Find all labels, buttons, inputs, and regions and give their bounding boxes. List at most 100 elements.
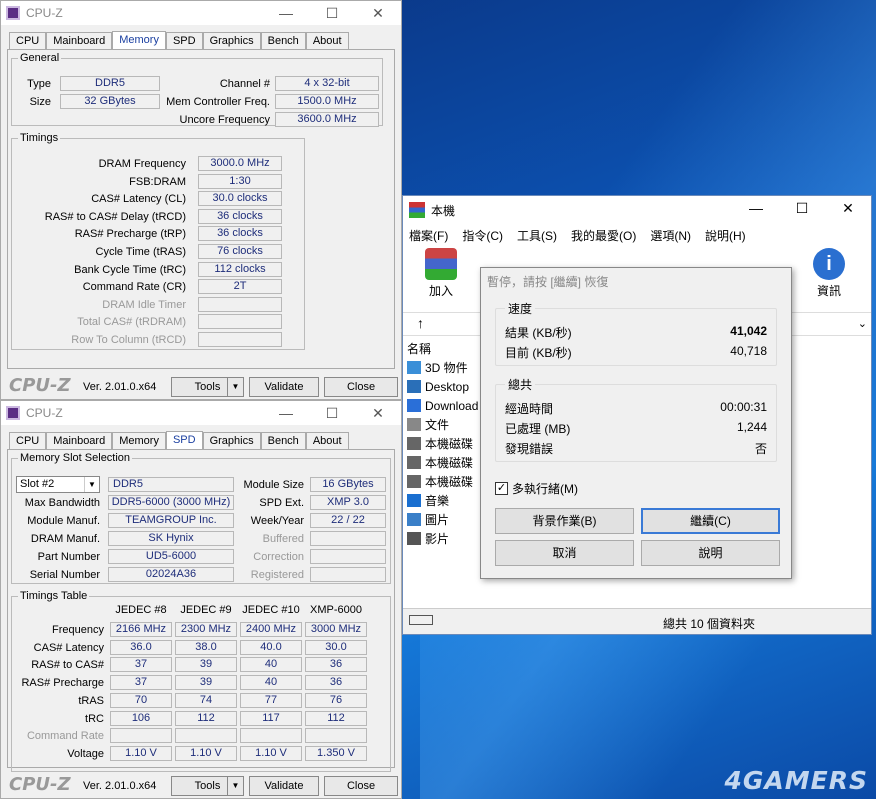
maximize-icon[interactable]: ☐: [309, 401, 355, 425]
timings-table-cell: [175, 728, 237, 744]
tab-bench[interactable]: Bench: [260, 432, 306, 450]
menu-file[interactable]: 檔案(F): [409, 227, 448, 244]
menu-favorites[interactable]: 我的最愛(O): [571, 227, 636, 244]
timing-label: DRAM Frequency: [98, 158, 186, 170]
slot-value: Slot #2: [20, 478, 55, 490]
registered-value: [310, 567, 386, 582]
timings-table-header: JEDEC #8: [115, 604, 167, 616]
elapsed-row: 經過時間 00:00:31: [505, 400, 767, 418]
minimize-icon[interactable]: —: [263, 1, 309, 25]
part-number-label: Part Number: [37, 551, 100, 563]
title-bar[interactable]: 本機 — ☐ ✕: [403, 196, 871, 224]
timings-table-cell: 1.10 V: [175, 745, 237, 761]
list-item-label: Download: [425, 398, 479, 413]
list-item[interactable]: 3D 物件: [407, 358, 478, 377]
document-icon: [407, 418, 421, 431]
tools-button[interactable]: Tools ▼: [171, 776, 244, 796]
slot-select[interactable]: Slot #2 ▼: [16, 476, 100, 493]
module-size-label: Module Size: [243, 479, 304, 491]
tab-bar: CPU Mainboard Memory SPD Graphics Bench …: [9, 431, 349, 450]
tab-graphics[interactable]: Graphics: [202, 32, 261, 50]
close-icon[interactable]: ✕: [355, 401, 401, 425]
uncore-label: Uncore Frequency: [179, 114, 271, 126]
menu-tools[interactable]: 工具(S): [517, 227, 557, 244]
add-button[interactable]: 加入: [421, 248, 461, 308]
dram-manuf-value: SK Hynix: [108, 531, 234, 546]
tab-about[interactable]: About: [305, 32, 349, 50]
type-label: Type: [27, 78, 51, 90]
title-bar[interactable]: CPU-Z — ☐ ✕: [1, 401, 401, 425]
help-button[interactable]: 說明: [641, 540, 780, 566]
list-item[interactable]: Desktop: [407, 377, 478, 396]
tab-mainboard[interactable]: Mainboard: [46, 432, 113, 450]
timing-label: RAS# to CAS# Delay (tRCD): [44, 210, 186, 223]
menu-help[interactable]: 說明(H): [705, 227, 746, 244]
background-button[interactable]: 背景作業(B): [495, 508, 634, 534]
close-icon[interactable]: ✕: [355, 1, 401, 25]
close-icon[interactable]: ✕: [825, 196, 871, 220]
timing-label: DRAM Idle Timer: [102, 298, 186, 311]
info-button[interactable]: i 資訊: [809, 248, 849, 308]
info-icon: i: [813, 248, 845, 280]
column-name-label: 名稱: [407, 341, 432, 356]
tab-cpu[interactable]: CPU: [9, 432, 47, 450]
spd-ext-label: SPD Ext.: [259, 497, 304, 509]
dropdown-arrow-icon[interactable]: ▼: [227, 777, 243, 795]
list-item[interactable]: 本機磁碟: [407, 453, 478, 472]
channel-value: 4 x 32-bit: [275, 76, 379, 91]
tab-memory[interactable]: Memory: [112, 432, 166, 450]
tab-spd[interactable]: SPD: [165, 431, 203, 450]
maximize-icon[interactable]: ☐: [779, 196, 825, 220]
multithread-checkbox[interactable]: ✓ 多執行緒(M): [495, 480, 578, 497]
picture-icon: [407, 513, 421, 526]
timings-group: Timings DRAM Frequency 3000.0 MHz FSB:DRA…: [11, 132, 305, 350]
menu-commands[interactable]: 指令(C): [462, 227, 503, 244]
type-value: DDR5: [60, 76, 160, 91]
up-arrow-icon[interactable]: ↑: [417, 315, 424, 331]
chevron-down-icon[interactable]: ⌄: [858, 317, 867, 330]
minimize-icon[interactable]: —: [733, 196, 779, 220]
dropdown-arrow-icon[interactable]: ▼: [227, 378, 243, 396]
tab-graphics[interactable]: Graphics: [202, 432, 261, 450]
close-button[interactable]: Close: [324, 377, 398, 397]
maximize-icon[interactable]: ☐: [309, 1, 355, 25]
general-legend: General: [20, 52, 60, 64]
title-bar[interactable]: CPU-Z — ☐ ✕: [1, 1, 401, 25]
music-icon: [407, 494, 421, 507]
list-item[interactable]: 文件: [407, 415, 478, 434]
cancel-button[interactable]: 取消: [495, 540, 634, 566]
cpuz-logo: CPU-Z: [9, 774, 71, 795]
timing-label: Bank Cycle Time (tRC): [74, 263, 186, 276]
column-header-name[interactable]: 名稱: [407, 338, 478, 358]
timings-table-label: Command Rate: [26, 730, 104, 743]
validate-button[interactable]: Validate: [249, 377, 319, 397]
menu-options[interactable]: 選項(N): [650, 227, 691, 244]
tab-bench[interactable]: Bench: [260, 32, 306, 50]
timing-value: 36 clocks: [198, 226, 282, 242]
list-item[interactable]: 本機磁碟: [407, 434, 478, 453]
list-item[interactable]: 音樂: [407, 491, 478, 510]
list-item[interactable]: 本機磁碟: [407, 472, 478, 491]
minimize-icon[interactable]: —: [263, 401, 309, 425]
tab-memory[interactable]: Memory: [112, 31, 166, 50]
tab-about[interactable]: About: [305, 432, 349, 450]
total-legend: 總共: [505, 376, 536, 393]
validate-button[interactable]: Validate: [249, 776, 319, 796]
tab-spd[interactable]: SPD: [165, 32, 203, 50]
list-item[interactable]: Download: [407, 396, 478, 415]
tools-button[interactable]: Tools ▼: [171, 377, 244, 397]
timings-table-group: Timings Table JEDEC #8 JEDEC #9 JEDEC #10 X…: [11, 590, 391, 772]
tab-cpu[interactable]: CPU: [9, 32, 47, 50]
tab-mainboard[interactable]: Mainboard: [46, 32, 113, 50]
continue-button[interactable]: 繼續(C): [641, 508, 780, 534]
module-size-value: 16 GBytes: [310, 477, 386, 492]
buffered-label: Buffered: [262, 533, 304, 545]
list-item[interactable]: 圖片: [407, 510, 478, 529]
size-value: 32 GBytes: [60, 94, 160, 109]
dialog-title[interactable]: 暫停，請按 [繼續] 恢復: [481, 268, 791, 296]
timings-table-cell: 37: [110, 675, 172, 691]
timings-table-cell: 1.10 V: [110, 745, 172, 761]
registered-label: Registered: [250, 569, 304, 581]
list-item[interactable]: 影片: [407, 529, 478, 548]
close-button[interactable]: Close: [324, 776, 398, 796]
